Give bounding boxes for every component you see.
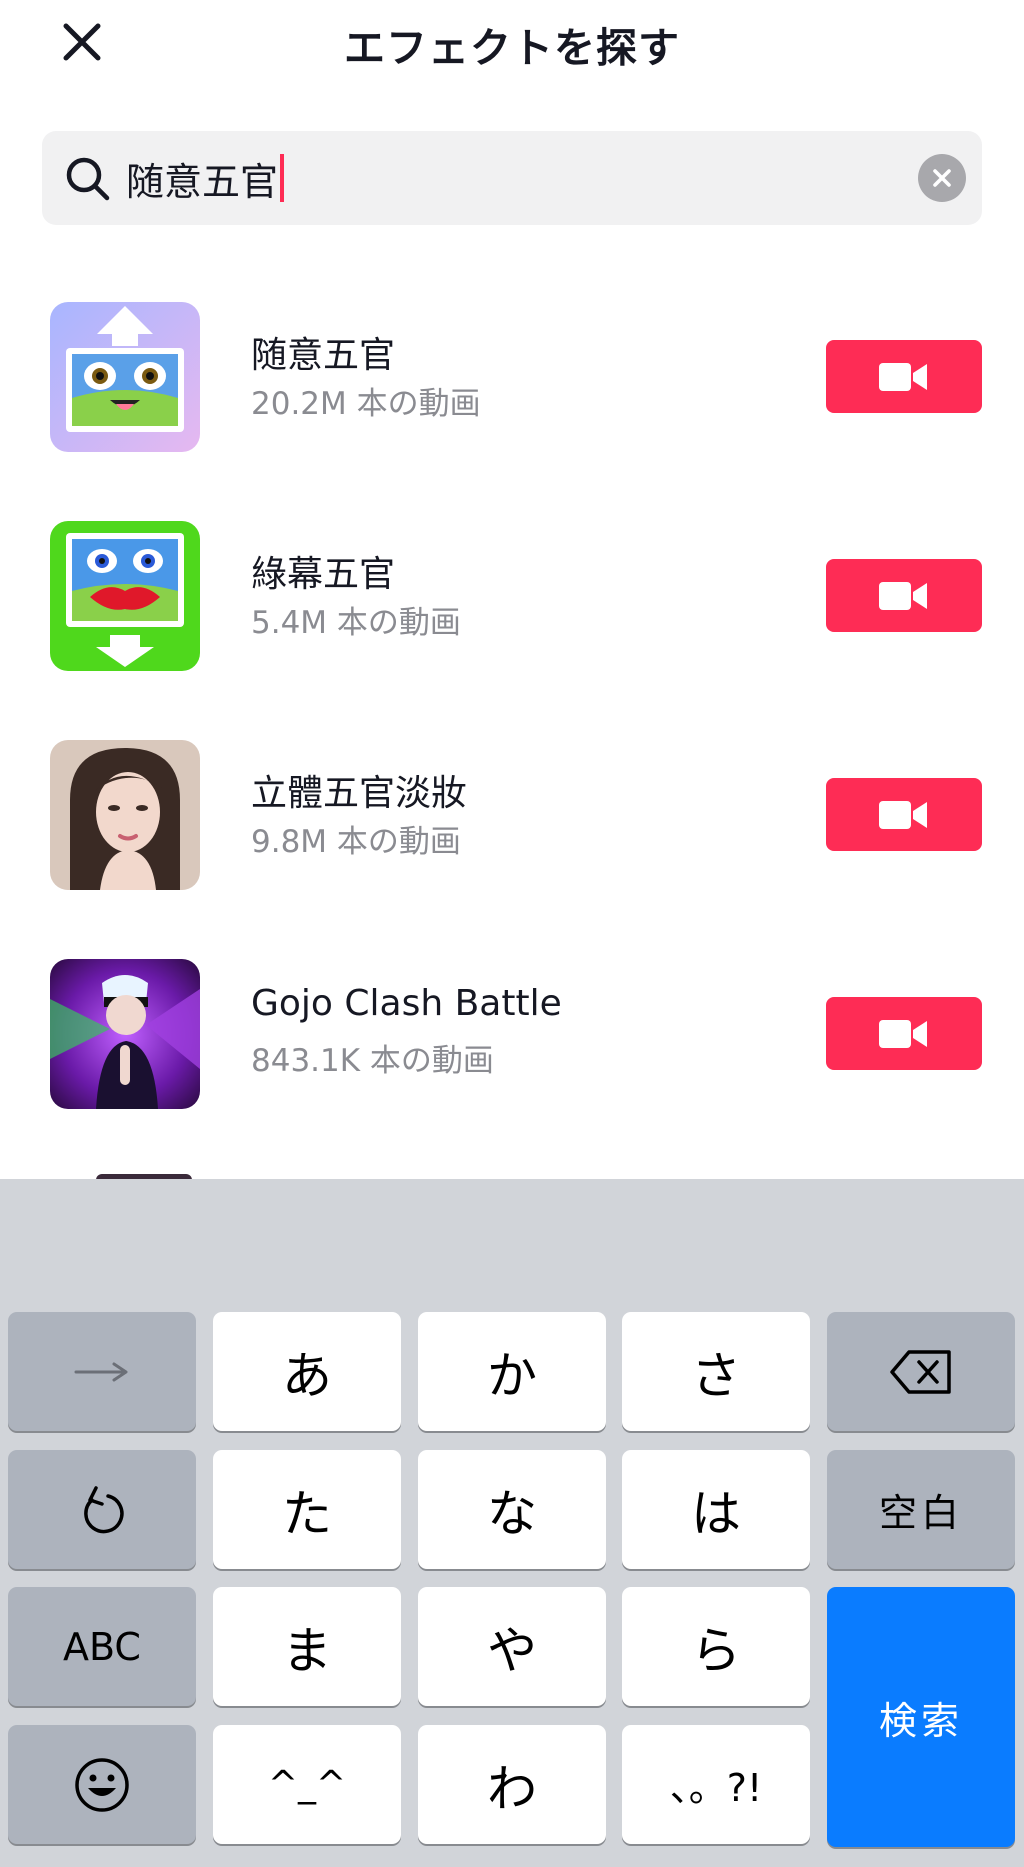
list-item[interactable]: Gojo Clash Battle 843.1K 本の動画	[0, 947, 1024, 1166]
search-icon	[66, 157, 110, 201]
key-ta[interactable]: た	[213, 1450, 401, 1569]
japanese-keyboard: あ か さ た な は 空白 ABC ま や ら 検索 ^_^ わ 、。?!	[0, 1179, 1024, 1867]
video-camera-icon	[879, 581, 927, 610]
next-candidate-key[interactable]	[8, 1312, 196, 1431]
effect-name: 立體五官淡妝	[251, 773, 468, 814]
effect-name: 綠幕五官	[251, 554, 396, 595]
clear-search-button[interactable]	[918, 154, 966, 202]
arrow-right-icon	[74, 1362, 128, 1381]
video-count: 9.8M 本の動画	[251, 824, 461, 860]
search-query: 随意五官	[126, 159, 279, 204]
punctuation-key[interactable]: 、。?!	[622, 1725, 810, 1844]
video-count: 20.2M 本の動画	[251, 386, 481, 422]
undo-icon	[84, 1485, 124, 1533]
emoji-key[interactable]	[8, 1725, 196, 1844]
list-item[interactable]: 綠幕五官 5.4M 本の動画	[0, 509, 1024, 728]
record-button[interactable]	[826, 559, 982, 632]
portrait-makeup-thumbnail	[50, 740, 200, 890]
record-button[interactable]	[826, 778, 982, 851]
key-a[interactable]: あ	[213, 1312, 401, 1431]
key-na[interactable]: な	[418, 1450, 606, 1569]
text-cursor	[280, 154, 285, 202]
key-ma[interactable]: ま	[213, 1587, 401, 1706]
list-item[interactable]: 随意五官 20.2M 本の動画	[0, 290, 1024, 509]
key-ya[interactable]: や	[418, 1587, 606, 1706]
video-count: 5.4M 本の動画	[251, 605, 461, 641]
emoji-icon	[75, 1757, 129, 1812]
clear-icon	[933, 169, 951, 187]
effect-name: 随意五官	[251, 335, 396, 376]
video-count: 843.1K 本の動画	[251, 1043, 494, 1079]
green-screen-lips-thumbnail	[50, 521, 200, 671]
key-ka[interactable]: か	[418, 1312, 606, 1431]
backspace-key[interactable]	[827, 1312, 1015, 1431]
key-wa[interactable]: わ	[418, 1725, 606, 1844]
search-input[interactable]: 随意五官	[126, 131, 906, 225]
effect-list: 随意五官 20.2M 本の動画 綠幕五官 5.4M 本の動画 立體五官淡妝 9.…	[0, 290, 1024, 1180]
page-title: エフェクトを探す	[344, 24, 680, 72]
list-item[interactable]: 立體五官淡妝 9.8M 本の動画	[0, 728, 1024, 947]
anime-battle-thumbnail	[50, 959, 200, 1109]
key-ra[interactable]: ら	[622, 1587, 810, 1706]
key-ha[interactable]: は	[622, 1450, 810, 1569]
abc-switch-key[interactable]: ABC	[8, 1587, 196, 1706]
video-camera-icon	[879, 1019, 927, 1048]
record-button[interactable]	[826, 340, 982, 413]
search-bar[interactable]: 随意五官	[42, 131, 982, 225]
space-key[interactable]: 空白	[827, 1450, 1015, 1569]
face-up-arrow-thumbnail	[50, 302, 200, 452]
search-key[interactable]: 検索	[827, 1587, 1015, 1847]
kaomoji-key[interactable]: ^_^	[213, 1725, 401, 1844]
undo-key[interactable]	[8, 1450, 196, 1569]
video-camera-icon	[879, 362, 927, 391]
header: エフェクトを探す	[0, 0, 1024, 90]
backspace-icon	[890, 1349, 951, 1394]
key-sa[interactable]: さ	[622, 1312, 810, 1431]
video-camera-icon	[879, 800, 927, 829]
effect-name: Gojo Clash Battle	[251, 983, 562, 1024]
record-button[interactable]	[826, 997, 982, 1070]
